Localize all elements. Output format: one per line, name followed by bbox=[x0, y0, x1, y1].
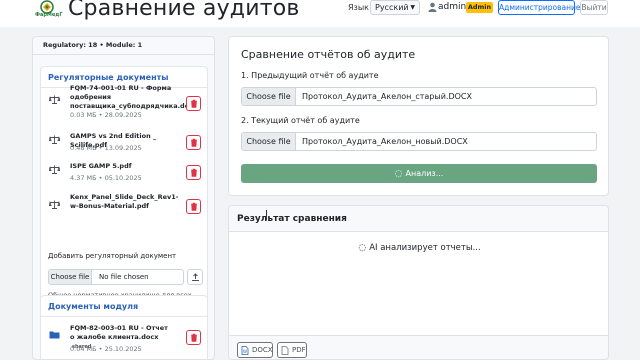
administration-button[interactable]: Администрирование bbox=[498, 0, 581, 15]
delete-button[interactable] bbox=[186, 135, 201, 150]
current-report-input[interactable]: Choose file Протокол_Аудита_Акелон_новый… bbox=[241, 132, 597, 151]
trash-icon bbox=[191, 138, 197, 147]
regulatory-file-input[interactable]: Choose file No file chosen bbox=[48, 269, 184, 285]
choose-file-button[interactable]: Choose file bbox=[242, 88, 296, 105]
file-word-icon: W bbox=[241, 346, 249, 355]
file-pdf-icon bbox=[281, 346, 289, 355]
list-item[interactable]: FQM-74-001-01 RU - Форма одобрения поста… bbox=[41, 82, 207, 120]
analyze-label: Анализ... bbox=[405, 169, 444, 178]
logout-button[interactable]: Выйти bbox=[580, 0, 608, 15]
loading-text: AI анализирует отчеты... bbox=[369, 243, 481, 253]
doc-meta: 4.37 МБ • 05.10.2025 bbox=[70, 174, 142, 182]
spinner-icon: ◌ bbox=[358, 243, 367, 253]
language-value: Русский bbox=[375, 3, 409, 12]
svg-text:W: W bbox=[243, 349, 247, 354]
pharma-logo-icon bbox=[40, 0, 54, 14]
export-pdf-button[interactable]: PDF bbox=[277, 342, 307, 358]
compare-title: Сравнение отчётов об аудите bbox=[241, 48, 416, 61]
doc-name-text: FQM-82-003-01 RU - Отчет о жалобе клиент… bbox=[70, 324, 168, 341]
regulatory-documents-title: Регуляторные документы bbox=[48, 73, 169, 82]
trash-icon bbox=[191, 333, 197, 342]
divider bbox=[33, 54, 214, 55]
current-report-label: 2. Текущий отчёт об аудите bbox=[241, 116, 360, 125]
trash-icon bbox=[191, 202, 197, 211]
documents-sidebar: Regulatory: 18 • Module: 1 Регуляторные … bbox=[32, 36, 215, 360]
previous-report-input[interactable]: Choose file Протокол_Аудита_Акелон_стары… bbox=[241, 87, 597, 106]
user-name: admin bbox=[438, 2, 467, 12]
delete-button[interactable] bbox=[186, 330, 201, 345]
compare-panel: Сравнение отчётов об аудите 1. Предыдущи… bbox=[228, 36, 609, 196]
doc-name: FQM-74-001-01 RU - Форма одобрения поста… bbox=[70, 84, 198, 110]
result-panel: Результат сравнения ◌ AI анализирует отче… bbox=[228, 205, 609, 360]
document-count-summary: Regulatory: 18 • Module: 1 bbox=[43, 41, 143, 49]
choose-file-button[interactable]: Choose file bbox=[242, 133, 296, 150]
choose-file-button[interactable]: Choose file bbox=[49, 270, 92, 284]
export-docx-button[interactable]: W DOCX bbox=[237, 342, 273, 358]
divider bbox=[41, 316, 207, 317]
delete-button[interactable] bbox=[186, 165, 201, 180]
export-docx-label: DOCX bbox=[252, 346, 273, 354]
chevron-down-icon: ▼ bbox=[410, 4, 415, 11]
text-cursor bbox=[266, 210, 267, 220]
module-documents-card[interactable]: Документы модуля FQM-82-003-01 RU - Отче… bbox=[40, 295, 208, 359]
doc-meta: 0.48 МБ • 13.09.2025 bbox=[70, 144, 142, 152]
module-documents-title: Документы модуля bbox=[48, 302, 139, 311]
upload-button[interactable] bbox=[187, 269, 203, 285]
trash-icon bbox=[191, 168, 197, 177]
result-footer: W DOCX PDF bbox=[229, 335, 608, 359]
loading-status: ◌ AI анализирует отчеты... bbox=[229, 243, 608, 253]
scale-icon bbox=[49, 135, 60, 144]
page-title: Сравнение аудитов bbox=[68, 0, 300, 21]
doc-name: Kenx_Panel_Slide_Deck_Rev1-w-Bonus-Mater… bbox=[70, 193, 179, 210]
scale-icon bbox=[49, 200, 60, 209]
result-header: Результат сравнения bbox=[229, 206, 608, 232]
language-select[interactable]: Русский ▼ bbox=[370, 0, 420, 15]
user-icon bbox=[428, 2, 437, 12]
regulatory-documents-card[interactable]: Регуляторные документы FQM-74-001-01 RU … bbox=[40, 66, 208, 318]
doc-meta: 0.04 МБ • 25.10.2025 bbox=[70, 345, 142, 353]
scale-icon bbox=[49, 165, 60, 174]
doc-meta: 0.03 МБ • 28.09.2025 bbox=[70, 111, 142, 119]
list-item[interactable]: FQM-82-003-01 RU - Отчет о жалобе клиент… bbox=[41, 320, 207, 358]
delete-button[interactable] bbox=[186, 96, 201, 111]
result-title: Результат сравнения bbox=[237, 214, 347, 224]
spinner-icon: ◌ bbox=[394, 169, 403, 179]
top-header: ФарМедГ Сравнение аудитов Язык Русский ▼… bbox=[0, 0, 640, 27]
add-document-label: Добавить регуляторный документ bbox=[48, 252, 177, 260]
language-label: Язык bbox=[348, 3, 369, 12]
trash-icon bbox=[191, 99, 197, 108]
file-chosen-text: No file chosen bbox=[99, 273, 149, 281]
list-item[interactable]: Kenx_Panel_Slide_Deck_Rev1-w-Bonus-Mater… bbox=[41, 191, 207, 229]
previous-file-name: Протокол_Аудита_Акелон_старый.DOCX bbox=[302, 92, 472, 101]
folder-icon bbox=[49, 331, 60, 339]
analyze-button[interactable]: ◌ Анализ... bbox=[241, 164, 597, 183]
doc-name: ISPE GAMP 5.pdf bbox=[70, 162, 132, 170]
scale-icon bbox=[49, 95, 60, 104]
previous-report-label: 1. Предыдущий отчёт об аудите bbox=[241, 71, 379, 80]
upload-icon bbox=[192, 273, 199, 281]
export-pdf-label: PDF bbox=[292, 346, 306, 354]
role-badge: Admin bbox=[466, 2, 493, 13]
delete-button[interactable] bbox=[186, 199, 201, 214]
logo-text: ФарМедГ bbox=[35, 12, 63, 18]
current-file-name: Протокол_Аудита_Акелон_новый.DOCX bbox=[302, 137, 468, 146]
